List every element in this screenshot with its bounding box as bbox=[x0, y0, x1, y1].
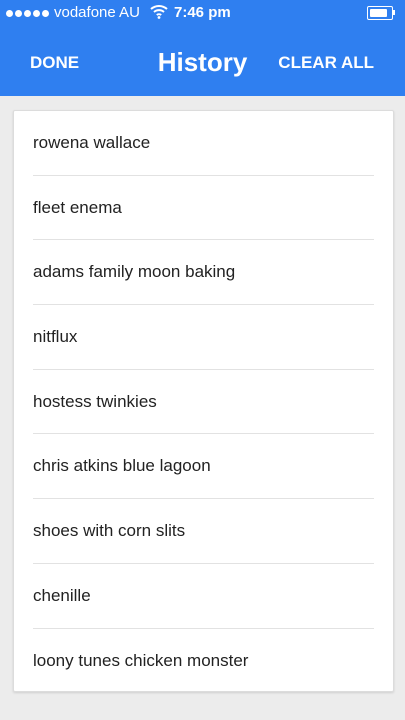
history-item[interactable]: hostess twinkies bbox=[14, 370, 393, 435]
clear-all-button[interactable]: CLEAR ALL bbox=[278, 50, 374, 76]
history-item-label: chris atkins blue lagoon bbox=[33, 456, 211, 476]
battery-tip bbox=[393, 10, 395, 15]
history-item[interactable]: loony tunes chicken monster bbox=[14, 629, 393, 694]
signal-dot bbox=[24, 9, 31, 17]
signal-dot bbox=[33, 9, 40, 17]
status-bar: vodafone AU 7:46 pm bbox=[0, 0, 405, 28]
app-header: vodafone AU 7:46 pm DONE History CLEAR A… bbox=[0, 0, 405, 96]
history-item[interactable]: chenille bbox=[14, 564, 393, 629]
history-list: rowena wallace fleet enema adams family … bbox=[14, 111, 393, 693]
done-button[interactable]: DONE bbox=[30, 50, 79, 76]
battery-body bbox=[367, 6, 393, 20]
wifi-icon bbox=[150, 5, 168, 19]
history-item-label: adams family moon baking bbox=[33, 262, 236, 282]
history-item-label: chenille bbox=[33, 585, 91, 605]
history-item-label: shoes with corn slits bbox=[33, 521, 186, 541]
signal-dot bbox=[6, 9, 13, 17]
history-item-label: nitflux bbox=[33, 327, 78, 347]
history-item-label: hostess twinkies bbox=[33, 391, 157, 411]
signal-strength-icon bbox=[6, 4, 49, 22]
battery-icon bbox=[367, 6, 395, 20]
signal-dot bbox=[15, 9, 22, 17]
history-item[interactable]: chris atkins blue lagoon bbox=[14, 434, 393, 500]
history-item[interactable]: nitflux bbox=[14, 305, 393, 370]
history-item-label: fleet enema bbox=[33, 197, 122, 217]
history-item[interactable]: rowena wallace bbox=[14, 111, 393, 176]
history-item-label: loony tunes chicken monster bbox=[33, 650, 249, 670]
history-card: rowena wallace fleet enema adams family … bbox=[13, 110, 394, 692]
carrier-name: vodafone AU bbox=[54, 4, 140, 21]
status-time: 7:46 pm bbox=[174, 4, 231, 21]
battery-fill bbox=[370, 9, 387, 17]
history-item[interactable]: shoes with corn slits bbox=[14, 499, 393, 564]
signal-dot bbox=[42, 9, 49, 17]
history-item-label: rowena wallace bbox=[33, 133, 151, 152]
history-item[interactable]: fleet enema bbox=[14, 176, 393, 241]
history-item[interactable]: adams family moon baking bbox=[14, 240, 393, 306]
